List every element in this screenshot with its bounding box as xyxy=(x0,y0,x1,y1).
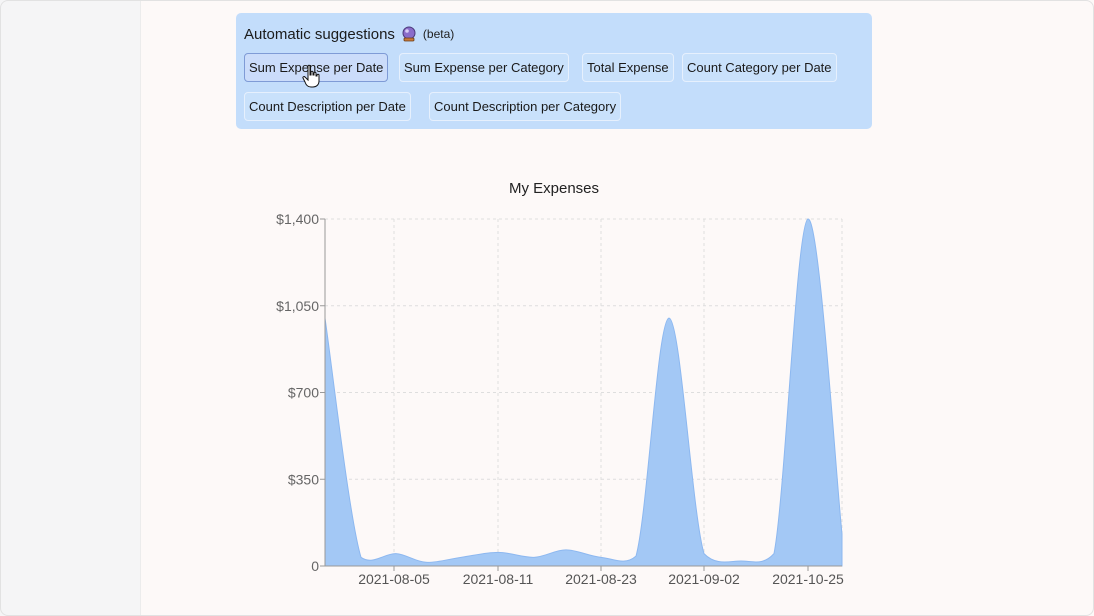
y-tick-label: $1,400 xyxy=(276,211,319,227)
crystal-ball-icon xyxy=(401,26,417,42)
chip-count-category-per-date[interactable]: Count Category per Date xyxy=(682,53,837,82)
chip-sum-expense-per-category[interactable]: Sum Expense per Category xyxy=(399,53,569,82)
y-tick-label: $350 xyxy=(288,471,319,487)
suggestions-title: Automatic suggestions xyxy=(244,25,395,43)
y-tick-label: $700 xyxy=(288,385,319,401)
x-tick-label: 2021-08-23 xyxy=(565,571,637,587)
chart-grid xyxy=(325,218,843,567)
x-tick-label: 2021-08-05 xyxy=(358,571,430,587)
sidebar xyxy=(0,0,141,616)
y-tick-label: $1,050 xyxy=(276,298,319,314)
chip-total-expense[interactable]: Total Expense xyxy=(582,53,674,82)
x-tick-label: 2021-08-11 xyxy=(463,571,534,587)
chart-axes: 0 $350 $700 $1,050 $1,400 2021-08-05 2021-08-1… xyxy=(276,211,844,587)
x-tick-label: 2021-10-25 xyxy=(772,571,844,587)
y-tick-label: 0 xyxy=(311,558,319,574)
chip-count-description-per-category[interactable]: Count Description per Category xyxy=(429,92,622,121)
x-tick-label: 2021-09-02 xyxy=(668,571,740,587)
hand-cursor-icon xyxy=(302,64,320,88)
chip-count-description-per-date[interactable]: Count Description per Date xyxy=(244,92,411,121)
expense-chart: My Expenses 0 $350 $700 $1,050 $1,400 2021-08… xyxy=(276,180,844,587)
chart-title: My Expenses xyxy=(509,180,599,197)
beta-badge: (beta) xyxy=(422,27,455,41)
suggestions-header: Automatic suggestions (beta) xyxy=(244,24,454,44)
